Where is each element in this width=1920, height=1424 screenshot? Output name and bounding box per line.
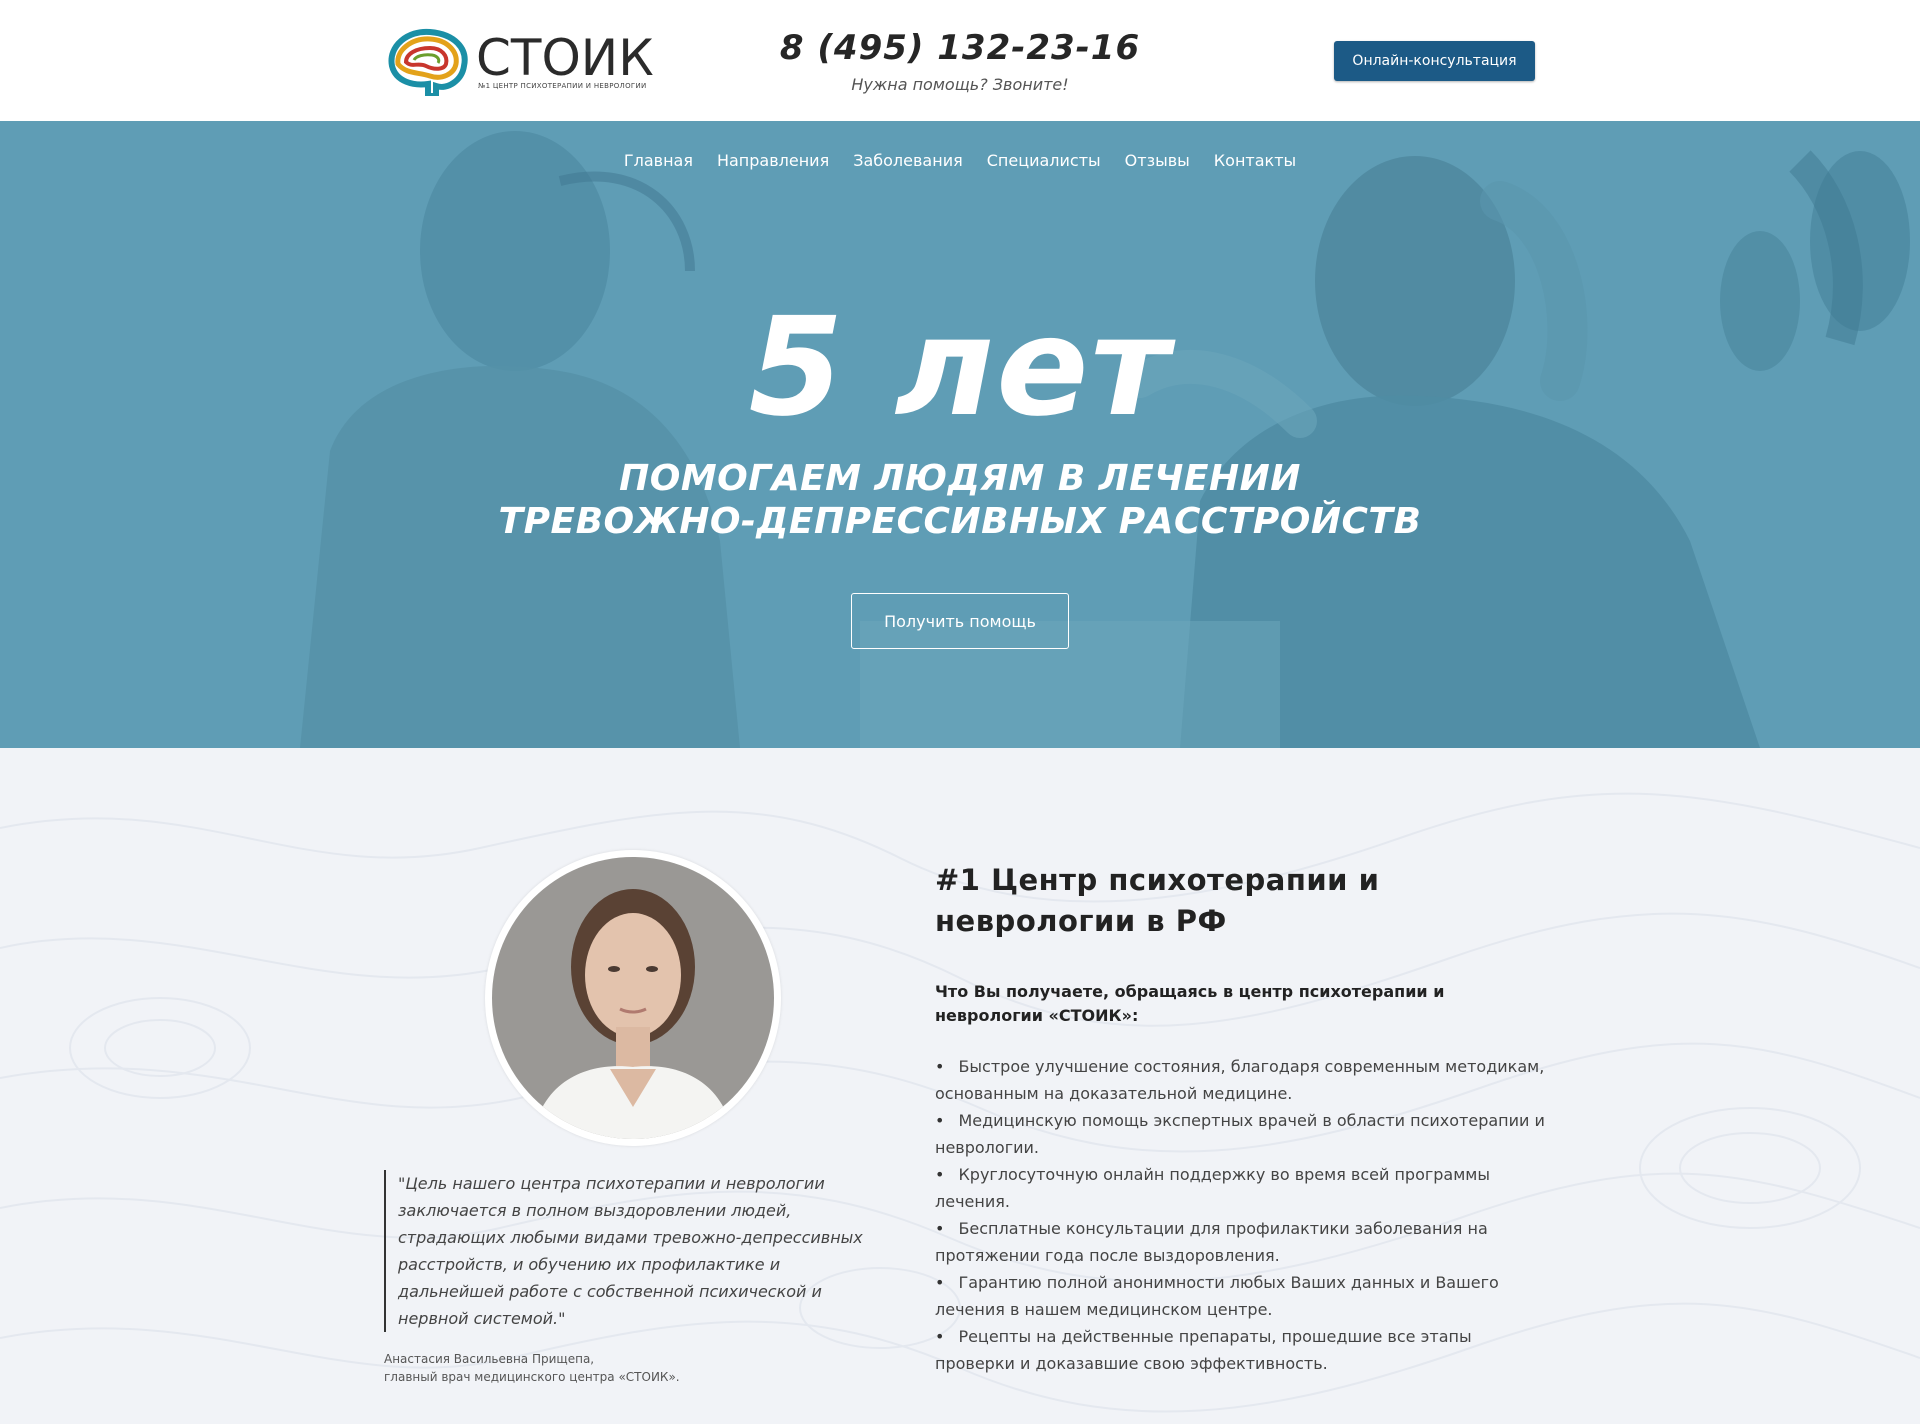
list-item: Медицинскую помощь экспертных врачей в о… <box>935 1107 1555 1161</box>
quote-author-name: Анастасия Васильевна Прищепа, <box>384 1352 595 1366</box>
nav-item-diseases[interactable]: Заболевания <box>853 151 963 170</box>
nav-item-home[interactable]: Главная <box>624 151 693 170</box>
list-item: Гарантию полной анонимности любых Ваших … <box>935 1269 1555 1323</box>
list-item: Рецепты на действенные препараты, прошед… <box>935 1323 1555 1377</box>
doctor-quote: "Цель нашего центра психотерапии и невро… <box>384 1170 874 1332</box>
hero-subtitle-line2: ТРЕВОЖНО-ДЕПРЕССИВНЫХ РАССТРОЙСТВ <box>498 501 1422 542</box>
hero-banner: Главная Направления Заболевания Специали… <box>0 121 1920 748</box>
hero-subtitle: ПОМОГАЕМ ЛЮДЯМ В ЛЕЧЕНИИ ТРЕВОЖНО-ДЕПРЕС… <box>0 457 1920 543</box>
hero-title: 5 лет <box>748 289 1172 447</box>
main-nav: Главная Направления Заболевания Специали… <box>0 151 1920 170</box>
benefits-intro: Что Вы получаете, обращаясь в центр псих… <box>935 982 1445 1025</box>
section-title: #1 Центр психотерапии и неврологии в РФ <box>935 863 1380 938</box>
phone-number[interactable]: 8 (495) 132-23-16 <box>740 28 1180 68</box>
quote-author-position: главный врач медицинского центра «СТОИК»… <box>384 1370 680 1384</box>
nav-item-directions[interactable]: Направления <box>717 151 829 170</box>
get-help-button[interactable]: Получить помощь <box>851 593 1069 649</box>
nav-item-contacts[interactable]: Контакты <box>1214 151 1296 170</box>
online-consultation-button[interactable]: Онлайн-консультация <box>1334 41 1535 81</box>
doctor-portrait-image <box>492 857 774 1139</box>
list-item: Быстрое улучшение состояния, благодаря с… <box>935 1053 1555 1107</box>
list-item: Бесплатные консультации для профилактики… <box>935 1215 1555 1269</box>
logo-tagline: №1 ЦЕНТР ПСИХОТЕРАПИИ И НЕВРОЛОГИИ <box>478 82 647 90</box>
phone-caption: Нужна помощь? Звоните! <box>851 75 1069 94</box>
logo-name: СТОИК <box>476 29 654 87</box>
chief-doctor-photo <box>485 850 781 1146</box>
quote-author: Анастасия Васильевна Прищепа, главный вр… <box>384 1350 680 1386</box>
nav-item-reviews[interactable]: Отзывы <box>1125 151 1190 170</box>
about-section: "Цель нашего центра психотерапии и невро… <box>0 748 1920 1424</box>
logo[interactable]: СТОИК №1 ЦЕНТР ПСИХОТЕРАПИИ И НЕВРОЛОГИИ <box>384 26 654 96</box>
logo-brain-icon <box>388 28 468 96</box>
site-header: СТОИК №1 ЦЕНТР ПСИХОТЕРАПИИ И НЕВРОЛОГИИ… <box>0 0 1920 121</box>
nav-item-specialists[interactable]: Специалисты <box>987 151 1101 170</box>
benefits-list: Быстрое улучшение состояния, благодаря с… <box>935 1053 1555 1377</box>
list-item: Круглосуточную онлайн поддержку во время… <box>935 1161 1555 1215</box>
hero-subtitle-line1: ПОМОГАЕМ ЛЮДЯМ В ЛЕЧЕНИИ <box>619 458 1301 499</box>
